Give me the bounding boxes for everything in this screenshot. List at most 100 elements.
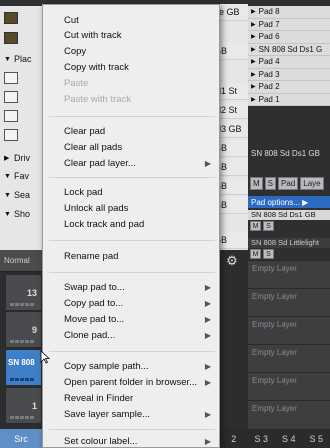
- browser-shortcuts-row[interactable]: ▼ Sho: [4, 206, 30, 222]
- mute-button[interactable]: M: [250, 177, 263, 190]
- browser-favourites-row[interactable]: ▼ Fav: [4, 168, 29, 184]
- expand-triangle-icon[interactable]: ▼: [4, 173, 14, 180]
- expand-triangle-icon[interactable]: ▶: [251, 71, 256, 78]
- menu-item-copy[interactable]: Copy: [43, 44, 219, 59]
- menu-item-label: Clone pad...: [64, 330, 116, 341]
- tab-src[interactable]: Src: [0, 429, 42, 448]
- tab-layer[interactable]: Laye: [300, 177, 324, 190]
- folder-icon[interactable]: [4, 32, 18, 44]
- list-item[interactable]: ▶ Pad 4: [248, 56, 330, 69]
- expand-triangle-icon[interactable]: ▶: [4, 154, 14, 162]
- pad-list-label: Pad 2: [258, 82, 280, 92]
- menu-item-open-parent-folder[interactable]: Open parent folder in browser... ▶: [43, 375, 219, 390]
- pad-list-label: Pad 7: [258, 19, 280, 29]
- menu-item-label: Reveal in Finder: [64, 393, 134, 404]
- blend-mode-selector[interactable]: Normal: [0, 250, 42, 272]
- layer-ms-controls: M S: [250, 221, 274, 231]
- menu-item-reveal-in-finder[interactable]: Reveal in Finder: [43, 391, 219, 406]
- expand-triangle-icon[interactable]: ▶: [251, 83, 256, 90]
- menu-item-label: Clear pad layer...: [64, 158, 136, 169]
- menu-item-label: Set colour label...: [64, 436, 138, 447]
- scene-tabs: 2 S 3 S 4 S 5: [220, 429, 330, 448]
- menu-item-save-layer-sample[interactable]: Save layer sample... ▶: [43, 407, 219, 422]
- expand-triangle-icon[interactable]: ▶: [251, 96, 256, 103]
- list-item[interactable]: ▶ Pad 3: [248, 68, 330, 81]
- computer-icon[interactable]: [4, 129, 18, 141]
- list-item[interactable]: ▶ Pad 1: [248, 93, 330, 106]
- gear-icon[interactable]: ⚙: [223, 252, 241, 270]
- pad-number: 13: [26, 288, 37, 298]
- list-item[interactable]: ▶ Pad 6: [248, 31, 330, 44]
- pad-list-label: Pad 4: [258, 57, 280, 67]
- layer-mute-button[interactable]: M: [250, 221, 261, 231]
- menu-item-label: Move pad to...: [64, 314, 125, 325]
- expand-triangle-icon[interactable]: ▼: [4, 192, 14, 199]
- layer-solo-button[interactable]: S: [263, 221, 274, 231]
- tab-scene[interactable]: S 3: [248, 429, 276, 448]
- list-item[interactable]: ▶ Pad 2: [248, 81, 330, 94]
- menu-item-label: Copy with track: [64, 62, 129, 73]
- menu-item-label: Paste with track: [64, 94, 132, 105]
- menu-separator: [49, 351, 215, 352]
- tab-scene[interactable]: S 4: [275, 429, 303, 448]
- folder-icon[interactable]: [4, 12, 18, 24]
- browser-drives-row[interactable]: ▶ Driv: [4, 150, 30, 166]
- menu-item-label: Clear pad: [64, 126, 106, 137]
- browser-search-row[interactable]: ▼ Sea: [4, 187, 30, 203]
- menu-item-lock-pad[interactable]: Lock pad: [43, 185, 219, 200]
- layer-mute-button[interactable]: M: [250, 249, 261, 259]
- menu-item-copy-sample-path[interactable]: Copy sample path... ▶: [43, 359, 219, 374]
- expand-triangle-icon[interactable]: ▼: [4, 211, 14, 218]
- menu-item-clear-pad[interactable]: Clear pad: [43, 124, 219, 139]
- expand-triangle-icon[interactable]: ▶: [251, 46, 256, 53]
- home-icon[interactable]: [4, 72, 18, 84]
- tab-scene[interactable]: 2: [220, 429, 248, 448]
- menu-item-cut-with-track[interactable]: Cut with track: [43, 28, 219, 43]
- submenu-arrow-icon: ▶: [204, 437, 211, 446]
- menu-item-clone-pad[interactable]: Clone pad... ▶: [43, 328, 219, 343]
- menu-item-clear-all-pads[interactable]: Clear all pads: [43, 140, 219, 155]
- menu-item-label: Copy: [64, 46, 87, 57]
- pad-name: SN 808: [8, 358, 35, 367]
- list-item[interactable]: ▶ Pad 7: [248, 18, 330, 31]
- pad-list-label: SN 808 Sd Ds1 G: [258, 44, 323, 54]
- submenu-arrow-icon: ▶: [204, 410, 211, 419]
- pad-options-button[interactable]: Pad options... ▶: [248, 196, 330, 208]
- menu-item-label: Cut with track: [64, 30, 122, 41]
- expand-triangle-icon[interactable]: ▶: [251, 8, 256, 15]
- expand-triangle-icon[interactable]: ▶: [251, 58, 256, 65]
- menu-item-lock-track-and-pad[interactable]: Lock track and pad: [43, 217, 219, 232]
- menu-item-copy-pad[interactable]: Copy pad to... ▶: [43, 296, 219, 311]
- submenu-arrow-icon: ▶: [204, 378, 211, 387]
- folder-icon[interactable]: [4, 91, 18, 103]
- menu-item-label: Unlock all pads: [64, 203, 129, 214]
- pad-meter: [10, 416, 34, 419]
- menu-item-set-colour-label[interactable]: Set colour label... ▶: [43, 434, 219, 448]
- menu-item-copy-with-track[interactable]: Copy with track: [43, 60, 219, 75]
- solo-button[interactable]: S: [264, 177, 277, 190]
- menu-item-move-pad[interactable]: Move pad to... ▶: [43, 312, 219, 327]
- pad-selected[interactable]: SN 808: [5, 349, 42, 386]
- menu-item-label: Open parent folder in browser...: [64, 377, 198, 388]
- menu-item-unlock-all-pads[interactable]: Unlock all pads: [43, 201, 219, 216]
- menu-item-cut[interactable]: Cut: [43, 13, 219, 28]
- pad-9[interactable]: 9: [5, 311, 42, 348]
- pad-meter: [10, 303, 34, 306]
- expand-triangle-icon[interactable]: ▶: [251, 21, 256, 28]
- tab-scene[interactable]: S 5: [303, 429, 330, 448]
- list-item[interactable]: ▶ SN 808 Sd Ds1 G: [248, 43, 330, 56]
- tab-pad[interactable]: Pad: [278, 177, 299, 190]
- menu-item-rename-pad[interactable]: Rename pad: [43, 249, 219, 264]
- pad-1[interactable]: 1: [5, 387, 42, 424]
- context-menu: Cut Cut with track Copy Copy with track …: [42, 4, 220, 448]
- list-item[interactable]: ▶ Pad 8: [248, 6, 330, 19]
- menu-item-clear-pad-layer[interactable]: Clear pad layer... ▶: [43, 156, 219, 171]
- pad-list-label: Pad 8: [258, 7, 280, 17]
- layer-solo-button[interactable]: S: [263, 249, 274, 259]
- browser-places-row[interactable]: ▼ Plac: [4, 51, 32, 67]
- menu-item-swap-pad[interactable]: Swap pad to... ▶: [43, 280, 219, 295]
- expand-triangle-icon[interactable]: ▶: [251, 33, 256, 40]
- expand-triangle-icon[interactable]: ▼: [4, 56, 14, 63]
- pad-13[interactable]: 13: [5, 274, 42, 311]
- folder-icon[interactable]: [4, 110, 18, 122]
